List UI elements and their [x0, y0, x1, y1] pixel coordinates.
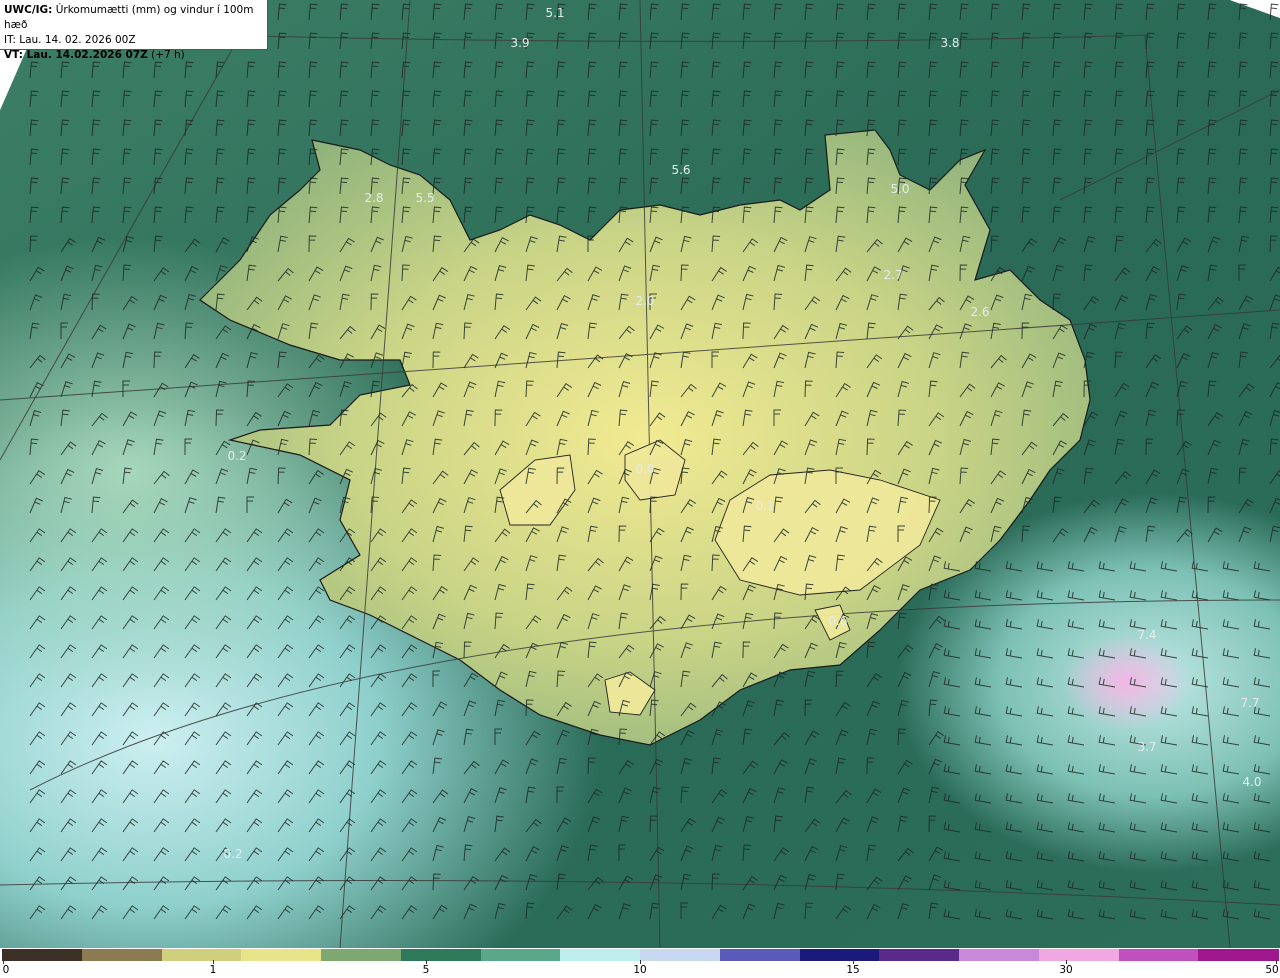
- precip-value-label: 0.1: [755, 499, 774, 513]
- precip-value-label: 2.8: [364, 191, 383, 205]
- colorbar-segment: [321, 949, 402, 961]
- colorbar-segment: [241, 949, 322, 961]
- colorbar-segment: [400, 949, 482, 961]
- colorbar-tick-label: 50: [1265, 964, 1279, 976]
- colorbar-tick-label: 30: [1059, 964, 1073, 976]
- valid-time: Lau. 14.02.2026 07Z: [26, 49, 148, 61]
- precip-value-label: 2.0: [635, 294, 654, 308]
- precip-value-label: 7.7: [1240, 696, 1259, 710]
- colorbar-segment: [640, 949, 721, 961]
- precip-value-label: 7.4: [1137, 628, 1156, 642]
- precip-value-label: 2.6: [970, 305, 989, 319]
- valid-time-line: VT: Lau. 14.02.2026 07Z (+7 h): [4, 48, 263, 63]
- colorbar-segment: [2, 949, 83, 961]
- precip-value-label: 5.5: [415, 191, 434, 205]
- valid-prefix: VT:: [4, 49, 27, 61]
- colorbar: 0 1 5 10 15 30 50: [0, 948, 1280, 978]
- precip-value-label: 5.1: [545, 6, 564, 20]
- precip-value-label: 2.7: [883, 268, 902, 282]
- precip-value-label: 3.7: [1137, 740, 1156, 754]
- precip-value-label: 0.0: [635, 462, 654, 476]
- colorbar-segment: [161, 949, 243, 961]
- precip-value-label: 5.0: [890, 182, 909, 196]
- precip-value-label: 3.9: [510, 36, 529, 50]
- weather-map: 5.1 3.9 3.8 5.6 5.5 2.8 5.0 2.7 2.6 0.2 0.0 0.1 0.6 0…: [0, 0, 1280, 948]
- colorbar-segment: [879, 949, 960, 961]
- colorbar-tick-label: 10: [633, 964, 647, 976]
- colorbar-tick-label: 15: [846, 964, 860, 976]
- colorbar-segment: [560, 949, 641, 961]
- title-line: UWC/IG: Úrkomumætti (mm) og vindur í 100…: [4, 3, 263, 33]
- precip-value-label: 3.8: [940, 36, 959, 50]
- model-name: UWC/IG:: [4, 4, 53, 16]
- init-time: IT: Lau. 14. 02. 2026 00Z: [4, 34, 136, 46]
- colorbar-tick-label: 1: [209, 964, 217, 976]
- colorbar-segment: [799, 949, 881, 961]
- precip-value-label: 0.2: [223, 847, 242, 861]
- precip-value-label: 0.2: [227, 449, 246, 463]
- colorbar-segment: [959, 949, 1040, 961]
- precip-value-label: 5.6: [671, 163, 690, 177]
- precip-value-label: 0.6: [828, 614, 847, 628]
- colorbar-segment: [1038, 949, 1120, 961]
- colorbar-tick-label: 0: [2, 964, 10, 976]
- colorbar-segment: [1198, 949, 1279, 961]
- map-info-box: UWC/IG: Úrkomumætti (mm) og vindur í 100…: [0, 0, 268, 61]
- colorbar-segment: [1118, 949, 1200, 961]
- colorbar-segment: [719, 949, 801, 961]
- colorbar-segment: [81, 949, 163, 961]
- colorbar-segment: [480, 949, 562, 961]
- colorbar-tick-label: 5: [422, 964, 430, 976]
- precip-value-label: 4.0: [1242, 775, 1261, 789]
- lead-time: (+7 h): [147, 49, 185, 61]
